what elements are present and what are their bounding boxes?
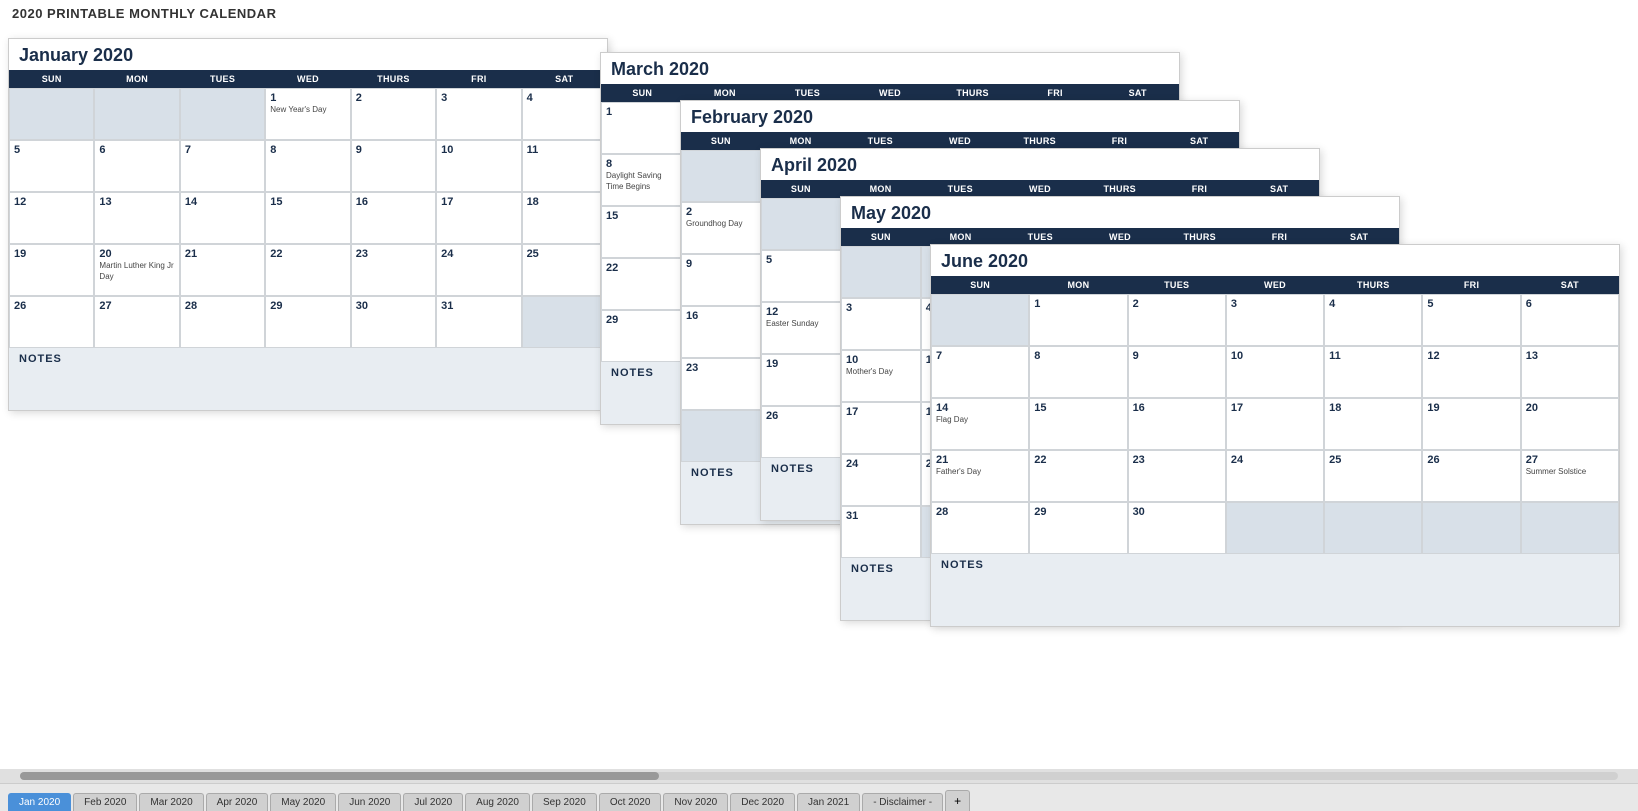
jan-cell-27: 27: [94, 296, 179, 348]
jan-cell-23: 23: [351, 244, 436, 296]
jan-mon: MON: [94, 70, 179, 88]
jan-cell-17: 17: [436, 192, 521, 244]
jan-cell-4: 4: [522, 88, 607, 140]
app-title: 2020 PRINTABLE MONTHLY CALENDAR: [0, 0, 1638, 23]
jan-cell-empty1: [9, 88, 94, 140]
jan-cell-11: 11: [522, 140, 607, 192]
scroll-bar[interactable]: [0, 769, 1638, 783]
tab-aug-2020[interactable]: Aug 2020: [465, 793, 530, 811]
jan-cell-10: 10: [436, 140, 521, 192]
tab-bar: Jan 2020 Feb 2020 Mar 2020 Apr 2020 May …: [0, 783, 1638, 811]
tab-sep-2020[interactable]: Sep 2020: [532, 793, 597, 811]
jan-cell-1: 1 New Year's Day: [265, 88, 350, 140]
tab-nov-2020[interactable]: Nov 2020: [663, 793, 728, 811]
tab-dec-2020[interactable]: Dec 2020: [730, 793, 795, 811]
tab-jul-2020[interactable]: Jul 2020: [403, 793, 463, 811]
jan-wed: WED: [265, 70, 350, 88]
jan-cell-5: 5: [9, 140, 94, 192]
jan-cell-25: 25: [522, 244, 607, 296]
jan-cell-16: 16: [351, 192, 436, 244]
jan-cell-8: 8: [265, 140, 350, 192]
january-header: SUN MON TUES WED THURS FRI SAT: [9, 70, 607, 88]
january-grid: 1 New Year's Day 2 3 4 5 6 7 8 9 10 11 1…: [9, 88, 607, 348]
june-calendar: June 2020 SUN MON TUES WED THURS FRI SAT…: [930, 244, 1620, 627]
jan-cell-7: 7: [180, 140, 265, 192]
jan-cell-13: 13: [94, 192, 179, 244]
january-notes-label: NOTES: [9, 348, 607, 370]
jan-cell-empty-end: [522, 296, 607, 348]
jan-cell-2: 2: [351, 88, 436, 140]
jan-cell-14: 14: [180, 192, 265, 244]
jan-thurs: THURS: [351, 70, 436, 88]
jan-cell-empty3: [180, 88, 265, 140]
jan-cell-24: 24: [436, 244, 521, 296]
tab-mar-2020[interactable]: Mar 2020: [139, 793, 203, 811]
jan-cell-30: 30: [351, 296, 436, 348]
tab-oct-2020[interactable]: Oct 2020: [599, 793, 662, 811]
jan-sat: SAT: [522, 70, 607, 88]
tab-jan-2021[interactable]: Jan 2021: [797, 793, 860, 811]
jan-cell-19: 19: [9, 244, 94, 296]
jan-cell-29: 29: [265, 296, 350, 348]
june-grid: 1 2 3 4 5 6 7 8 9 10 11 12 13 14 Flag Da…: [931, 294, 1619, 554]
jan-cell-31: 31: [436, 296, 521, 348]
jan-cell-6: 6: [94, 140, 179, 192]
june-notes-label: NOTES: [931, 554, 1619, 576]
june-notes-area: [931, 576, 1619, 626]
may-title: May 2020: [841, 197, 1399, 228]
main-container: 2020 PRINTABLE MONTHLY CALENDAR January …: [0, 0, 1638, 811]
tab-add-button[interactable]: +: [945, 790, 970, 811]
jan-cell-22: 22: [265, 244, 350, 296]
tab-jun-2020[interactable]: Jun 2020: [338, 793, 401, 811]
march-title: March 2020: [601, 53, 1179, 84]
june-title: June 2020: [931, 245, 1619, 276]
june-header: SUN MON TUES WED THURS FRI SAT: [931, 276, 1619, 294]
jan-sun: SUN: [9, 70, 94, 88]
jan-cell-empty2: [94, 88, 179, 140]
tab-jan-2020[interactable]: Jan 2020: [8, 793, 71, 811]
mar-1: 1: [601, 102, 684, 154]
jan-cell-26: 26: [9, 296, 94, 348]
scroll-thumb[interactable]: [20, 772, 659, 780]
jan-cell-20: 20 Martin Luther King Jr Day: [94, 244, 179, 296]
jan-cell-28: 28: [180, 296, 265, 348]
scroll-track[interactable]: [20, 772, 1618, 780]
jan-cell-15: 15: [265, 192, 350, 244]
jan-cell-21: 21: [180, 244, 265, 296]
jan-fri: FRI: [436, 70, 521, 88]
jan-cell-18: 18: [522, 192, 607, 244]
january-calendar: January 2020 SUN MON TUES WED THURS FRI …: [8, 38, 608, 411]
jan-cell-3: 3: [436, 88, 521, 140]
january-title: January 2020: [9, 39, 607, 70]
tab-disclaimer[interactable]: - Disclaimer -: [862, 793, 943, 811]
jan-cell-12: 12: [9, 192, 94, 244]
jan-tues: TUES: [180, 70, 265, 88]
april-title: April 2020: [761, 149, 1319, 180]
tab-may-2020[interactable]: May 2020: [270, 793, 336, 811]
january-notes-area: [9, 370, 607, 410]
jan-cell-9: 9: [351, 140, 436, 192]
february-title: February 2020: [681, 101, 1239, 132]
tab-apr-2020[interactable]: Apr 2020: [206, 793, 269, 811]
tab-feb-2020[interactable]: Feb 2020: [73, 793, 137, 811]
